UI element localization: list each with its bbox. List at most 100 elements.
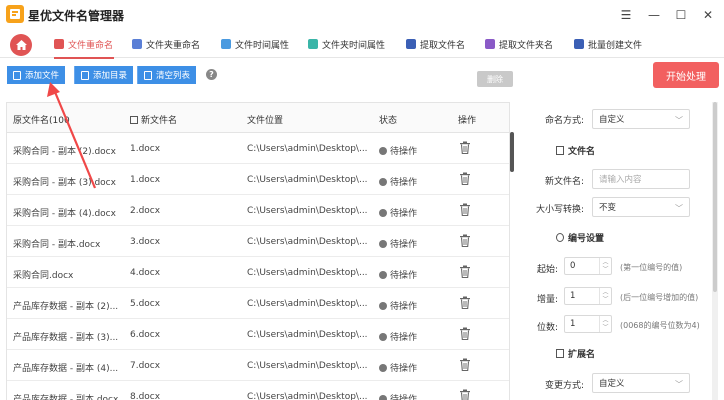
- table-row[interactable]: 产品库存数据 - 副本.docx 8.docx C:\Users\admin\Des…: [7, 381, 509, 400]
- number-section-title: 编号设置: [556, 231, 604, 244]
- table-row[interactable]: 采购合同.docx 4.docx C:\Users\admin\Desktop\..…: [7, 257, 509, 288]
- info-icon: [379, 240, 387, 248]
- extract-file-icon: [406, 39, 416, 49]
- cell-status: 待操作: [379, 299, 417, 312]
- cell-new-name: 8.docx: [130, 392, 161, 400]
- header-new-name: 新文件名: [130, 113, 177, 126]
- maximize-button[interactable]: ☐: [672, 6, 690, 24]
- table-row[interactable]: 产品库存数据 - 副本 (2)... 5.docx C:\Users\admin\D…: [7, 288, 509, 319]
- digits-stepper[interactable]: 1 ︿ ﹀: [564, 315, 612, 333]
- info-icon: [379, 364, 387, 372]
- trash-icon[interactable]: [459, 234, 471, 247]
- tab-folder-time[interactable]: 文件夹时间属性: [308, 36, 385, 52]
- trash-icon[interactable]: [459, 358, 471, 371]
- cell-original-name: 采购合同 - 副本 (3).docx: [13, 178, 116, 188]
- tab-folder-rename[interactable]: 文件夹重命名: [132, 36, 200, 52]
- delete-button[interactable]: 删除: [477, 71, 513, 87]
- filename-section-title: 文件名: [556, 144, 595, 157]
- tab-file-rename[interactable]: 文件重命名: [54, 36, 113, 52]
- table-row[interactable]: 产品库存数据 - 副本 (3)... 6.docx C:\Users\admin\D…: [7, 319, 509, 350]
- stepper-arrows-icon[interactable]: ︿ ﹀: [599, 316, 611, 332]
- trash-icon[interactable]: [459, 296, 471, 309]
- cell-status: 待操作: [379, 206, 417, 219]
- new-filename-input[interactable]: 请输入内容: [592, 169, 690, 189]
- close-button[interactable]: ✕: [699, 6, 717, 24]
- cell-status: 待操作: [379, 144, 417, 157]
- active-tab-indicator: [54, 57, 114, 59]
- naming-mode-label: 命名方式:: [544, 116, 584, 126]
- cell-location: C:\Users\admin\Desktop\...: [247, 237, 367, 247]
- folder-icon: [132, 39, 142, 49]
- cell-new-name: 2.docx: [130, 206, 161, 216]
- step-stepper[interactable]: 1 ︿ ﹀: [564, 287, 612, 305]
- extension-icon: [556, 349, 564, 358]
- naming-mode-select[interactable]: 自定义 ﹀: [592, 109, 690, 129]
- clear-list-button[interactable]: 清空列表: [137, 66, 197, 84]
- ext-mode-label: 变更方式:: [544, 381, 584, 391]
- trash-icon[interactable]: [459, 327, 471, 340]
- info-icon: [379, 271, 387, 279]
- menu-icon[interactable]: ☰: [617, 6, 635, 24]
- header-status: 状态: [379, 116, 398, 126]
- trash-icon[interactable]: [459, 389, 471, 400]
- info-icon: [379, 147, 387, 155]
- cell-location: C:\Users\admin\Desktop\...: [247, 392, 367, 400]
- add-file-button[interactable]: 添加文件: [7, 66, 66, 84]
- cell-new-name: 4.docx: [130, 268, 161, 278]
- start-label: 起始:: [536, 265, 558, 275]
- trash-icon[interactable]: [459, 203, 471, 216]
- start-hint: (第一位编号的值): [620, 263, 683, 272]
- minimize-button[interactable]: —: [645, 6, 663, 24]
- trash-icon[interactable]: [459, 141, 471, 154]
- trash-icon[interactable]: [459, 172, 471, 185]
- cell-original-name: 产品库存数据 - 副本 (4)...: [13, 364, 119, 374]
- extract-folder-icon: [485, 39, 495, 49]
- tab-extract-foldername[interactable]: 提取文件夹名: [485, 36, 553, 52]
- cell-original-name: 产品库存数据 - 副本.docx: [13, 395, 119, 400]
- tab-file-time[interactable]: 文件时间属性: [221, 36, 289, 52]
- help-icon[interactable]: ?: [206, 69, 217, 80]
- cell-location: C:\Users\admin\Desktop\...: [247, 268, 367, 278]
- trash-icon[interactable]: [459, 265, 471, 278]
- file-time-icon: [221, 39, 231, 49]
- number-icon: [556, 233, 564, 242]
- stepper-arrows-icon[interactable]: ︿ ﹀: [599, 258, 611, 274]
- app-title: 星优文件名管理器: [28, 9, 125, 23]
- add-directory-button[interactable]: 添加目录: [74, 66, 134, 84]
- stepper-arrows-icon[interactable]: ︿ ﹀: [599, 288, 611, 304]
- panel-scrollbar[interactable]: [712, 102, 718, 400]
- table-row[interactable]: 采购合同 - 副本 (4).docx 2.docx C:\Users\admin\D…: [7, 195, 509, 226]
- cell-new-name: 5.docx: [130, 299, 161, 309]
- info-icon: [379, 333, 387, 341]
- cell-status: 待操作: [379, 175, 417, 188]
- table-scrollbar[interactable]: [510, 132, 514, 172]
- table-row[interactable]: 采购合同 - 副本 (2).docx 1.docx C:\Users\admin\D…: [7, 133, 509, 164]
- cell-status: 待操作: [379, 361, 417, 374]
- tab-extract-filename[interactable]: 提取文件名: [406, 36, 465, 52]
- table-row[interactable]: 采购合同 - 副本.docx 3.docx C:\Users\admin\Deskt…: [7, 226, 509, 257]
- cell-original-name: 采购合同.docx: [13, 271, 74, 281]
- case-convert-select[interactable]: 不变 ﹀: [592, 197, 690, 217]
- header-original-name: 原文件名(100: [13, 116, 70, 126]
- start-stepper[interactable]: 0 ︿ ﹀: [564, 257, 612, 275]
- tab-batch-create[interactable]: 批量创建文件: [574, 36, 642, 52]
- cell-original-name: 采购合同 - 副本.docx: [13, 240, 101, 250]
- table-row[interactable]: 采购合同 - 副本 (3).docx 1.docx C:\Users\admin\D…: [7, 164, 509, 195]
- cell-location: C:\Users\admin\Desktop\...: [247, 144, 367, 154]
- cell-status: 待操作: [379, 330, 417, 343]
- case-convert-label: 大小写转换:: [535, 205, 584, 215]
- cell-new-name: 3.docx: [130, 237, 161, 247]
- file-icon: [54, 39, 64, 49]
- table-row[interactable]: 产品库存数据 - 副本 (4)... 7.docx C:\Users\admin\D…: [7, 350, 509, 381]
- ext-mode-select[interactable]: 自定义 ﹀: [592, 373, 690, 393]
- clear-icon: [144, 70, 152, 80]
- start-processing-button[interactable]: 开始处理: [653, 62, 719, 88]
- edit-icon: [130, 116, 138, 124]
- panel-scrollbar-thumb[interactable]: [713, 102, 717, 292]
- batch-create-icon: [574, 39, 584, 49]
- extension-section-title: 扩展名: [556, 347, 595, 360]
- step-hint: (后一位编号增加的值): [620, 293, 699, 302]
- home-button[interactable]: [10, 34, 32, 56]
- info-icon: [379, 209, 387, 217]
- cell-original-name: 采购合同 - 副本 (2).docx: [13, 147, 116, 157]
